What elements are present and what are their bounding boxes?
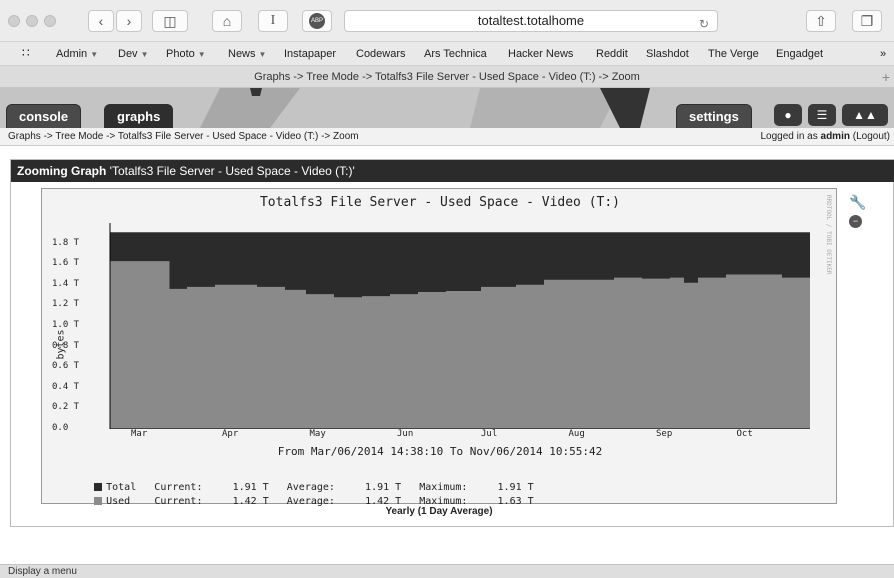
share-button[interactable]: ⇧ xyxy=(806,10,836,32)
forward-button[interactable]: › xyxy=(116,10,142,32)
y-tick-label: 1.6 T xyxy=(52,258,80,269)
breadcrumb-bar: Graphs -> Tree Mode -> Totalfs3 File Ser… xyxy=(0,128,894,146)
address-bar[interactable]: totaltest.totalhome ↻ xyxy=(344,10,718,32)
minimize-window-button[interactable] xyxy=(26,15,38,27)
y-tick-label: 1.8 T xyxy=(52,237,80,248)
panel-heading: Zooming Graph 'Totalfs3 File Server - Us… xyxy=(11,160,894,182)
list-icon: ☰ xyxy=(816,108,828,122)
x-tick-label: Jun xyxy=(397,429,414,439)
adblock-button[interactable]: ABP xyxy=(302,10,332,32)
tab-title: Graphs -> Tree Mode -> Totalfs3 File Ser… xyxy=(254,71,640,83)
status-text: Display a menu xyxy=(8,566,77,577)
username: admin xyxy=(820,131,850,142)
favorite-photo[interactable]: Photo ▼ xyxy=(166,48,206,60)
tab-console[interactable]: console xyxy=(6,104,82,128)
x-tick-label: Jul xyxy=(481,429,498,439)
y-tick-label: 1.0 T xyxy=(52,320,80,330)
favorite-admin[interactable]: Admin ▼ xyxy=(56,48,98,60)
graph-tools: 🔧 − xyxy=(849,194,869,228)
favorite-instapaper[interactable]: Instapaper xyxy=(284,48,336,60)
url-text: totaltest.totalhome xyxy=(477,13,585,28)
grid-icon[interactable]: ∷ xyxy=(22,46,30,60)
logout-link[interactable]: (Logout) xyxy=(853,131,890,142)
close-window-button[interactable] xyxy=(8,15,20,27)
y-tick-label: 0.4 T xyxy=(52,381,80,392)
tab-graphs[interactable]: graphs xyxy=(104,104,174,128)
cacti-header: console graphs settings ● ☰ ▲▲ xyxy=(0,88,894,128)
x-tick-label: Mar xyxy=(131,429,148,439)
home-icon: ⌂ xyxy=(222,13,232,29)
favorite-reddit[interactable]: Reddit xyxy=(596,48,628,60)
tabs-overview-button[interactable]: ❐ xyxy=(852,10,882,32)
x-tick-label: May xyxy=(309,429,326,439)
preview-view-button[interactable]: ▲▲ xyxy=(842,104,888,126)
favorite-codewars[interactable]: Codewars xyxy=(356,48,406,60)
chevron-down-icon: ▼ xyxy=(258,50,267,59)
browser-tab[interactable]: Graphs -> Tree Mode -> Totalfs3 File Ser… xyxy=(0,66,894,88)
favorite-engadget[interactable]: Engadget xyxy=(776,48,823,60)
tree-icon: ● xyxy=(784,108,792,122)
favorite-dev[interactable]: Dev ▼ xyxy=(118,48,148,60)
y-tick-label: 0.2 T xyxy=(52,402,80,413)
sidebar-icon: ◫ xyxy=(163,12,177,29)
login-status: Logged in as admin (Logout) xyxy=(760,131,890,142)
chevron-down-icon: ▼ xyxy=(140,50,149,59)
more-favorites-icon[interactable]: » xyxy=(880,48,886,60)
y-tick-label: 0.0 xyxy=(52,423,69,433)
chevron-right-icon: › xyxy=(126,13,132,29)
adblock-icon: ABP xyxy=(309,13,325,29)
status-bar: Display a menu xyxy=(0,564,894,578)
wrench-icon[interactable]: 🔧 xyxy=(849,194,869,211)
rrdtool-credit: RRDTOOL / TOBI OETIKER xyxy=(825,195,832,275)
zoom-window-button[interactable] xyxy=(44,15,56,27)
panel-heading-bold: Zooming Graph xyxy=(17,164,107,178)
favorite-ars-technica[interactable]: Ars Technica xyxy=(424,48,487,60)
tree-view-button[interactable]: ● xyxy=(774,104,802,126)
home-button[interactable]: ⌂ xyxy=(212,10,242,32)
zoom-out-icon[interactable]: − xyxy=(849,215,862,228)
graph-image[interactable]: Totalfs3 File Server - Used Space - Vide… xyxy=(41,188,837,507)
favorite-slashdot[interactable]: Slashdot xyxy=(646,48,689,60)
panel-heading-title: 'Totalfs3 File Server - Used Space - Vid… xyxy=(109,164,355,178)
x-tick-label: Oct xyxy=(736,429,753,439)
x-tick-label: Apr xyxy=(222,429,239,439)
favorite-news[interactable]: News ▼ xyxy=(228,48,266,60)
y-tick-label: 1.4 T xyxy=(52,278,80,289)
tabs-icon: ❐ xyxy=(860,12,874,29)
new-tab-icon[interactable]: + xyxy=(882,66,890,88)
favorites-bar: ∷ Admin ▼ Dev ▼ Photo ▼ News ▼ Instapaper Co… xyxy=(0,42,894,66)
y-tick-label: 0.6 T xyxy=(52,361,80,372)
breadcrumb[interactable]: Graphs -> Tree Mode -> Totalfs3 File Ser… xyxy=(8,128,359,146)
reload-icon[interactable]: ↻ xyxy=(699,14,709,34)
share-icon: ⇧ xyxy=(815,12,827,29)
date-range: From Mar/06/2014 14:38:10 To Nov/06/2014… xyxy=(277,445,603,458)
chevron-down-icon: ▼ xyxy=(90,50,99,59)
browser-toolbar: ‹ › ◫ ⌂ I ABP totaltest.totalhome ↻ ⇧ ❐ xyxy=(0,0,894,42)
chart-title: Totalfs3 File Server - Used Space - Vide… xyxy=(259,195,621,210)
x-tick-label: Aug xyxy=(568,429,585,439)
chart-plot xyxy=(109,223,810,429)
mountain-icon: ▲▲ xyxy=(853,108,877,122)
legend-swatch-used xyxy=(94,497,103,505)
graph-period-label: Yearly (1 Day Average) xyxy=(385,506,493,517)
sidebar-toggle-button[interactable]: ◫ xyxy=(152,10,188,32)
back-button[interactable]: ‹ xyxy=(88,10,114,32)
favorite-the-verge[interactable]: The Verge xyxy=(708,48,759,60)
reader-button[interactable]: I xyxy=(258,10,288,32)
chevron-down-icon: ▼ xyxy=(197,50,206,59)
y-tick-label: 0.8 T xyxy=(52,340,80,351)
list-view-button[interactable]: ☰ xyxy=(808,104,836,126)
chevron-left-icon: ‹ xyxy=(98,13,104,29)
tab-settings[interactable]: settings xyxy=(676,104,752,128)
zoom-graph-panel: Zooming Graph 'Totalfs3 File Server - Us… xyxy=(10,159,894,527)
y-tick-label: 1.2 T xyxy=(52,299,80,310)
x-tick-label: Sep xyxy=(656,429,673,439)
favorite-hacker-news[interactable]: Hacker News xyxy=(508,48,573,60)
